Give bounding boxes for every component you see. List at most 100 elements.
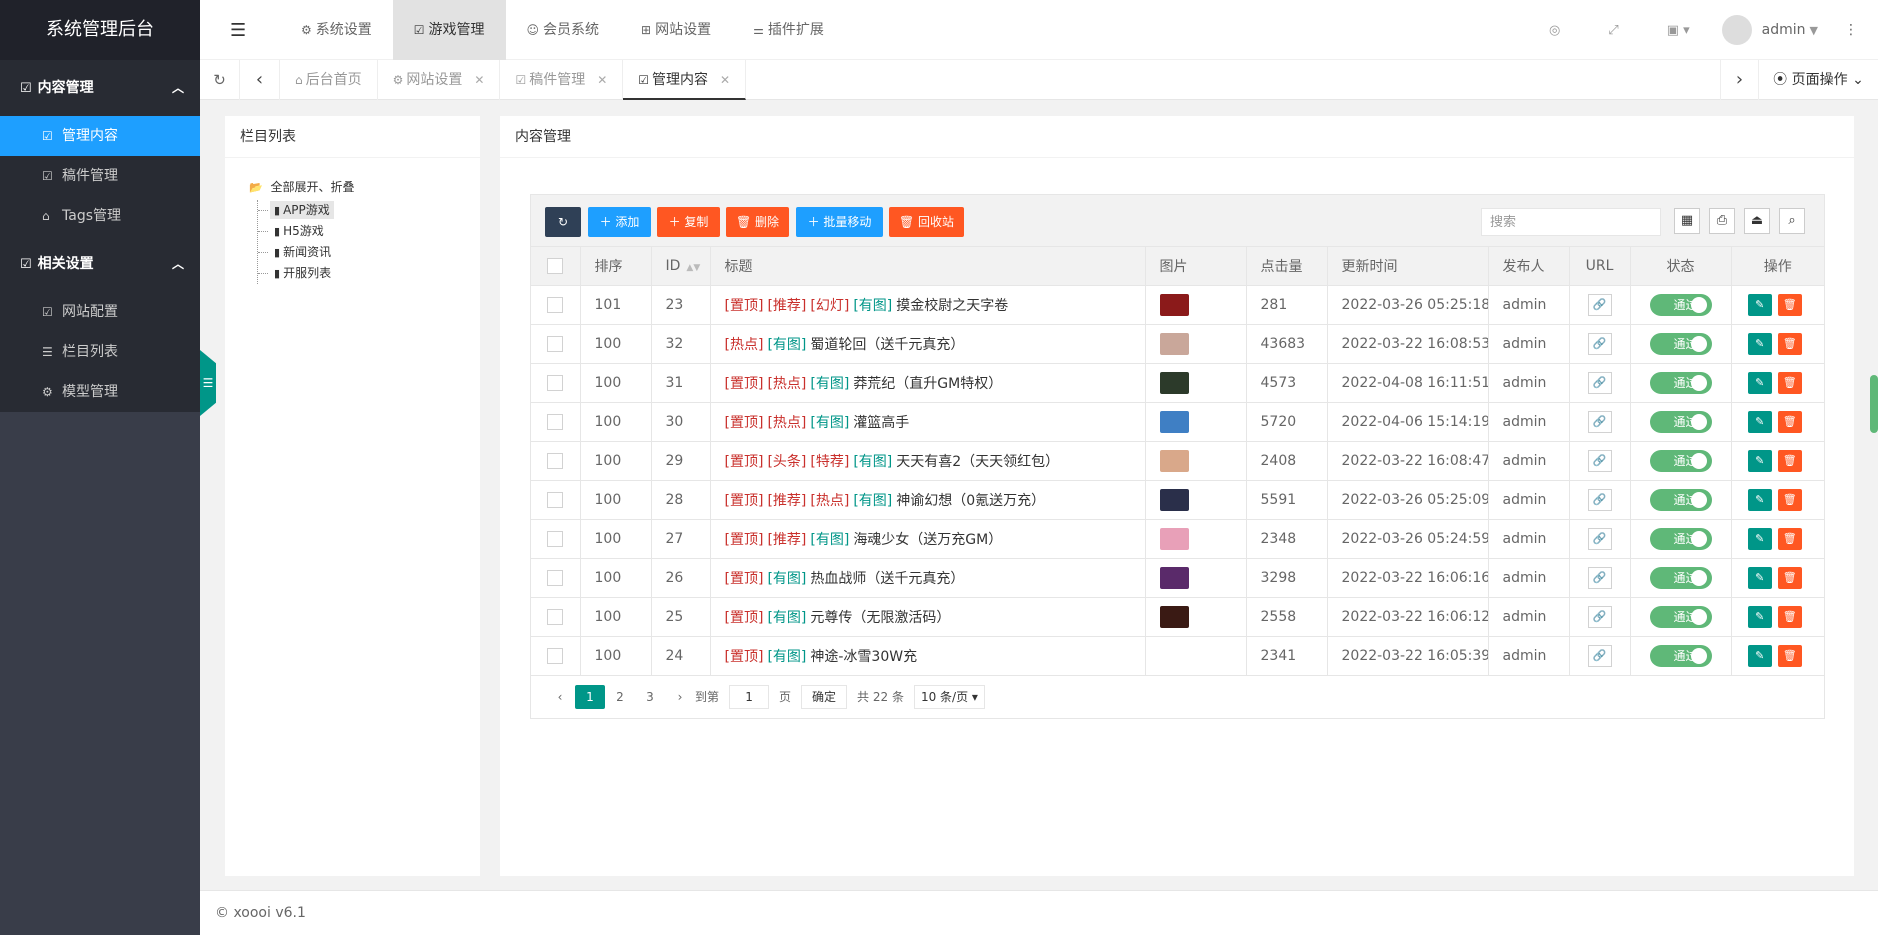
- close-icon[interactable]: ✕: [720, 73, 730, 87]
- edit-button[interactable]: ✎: [1747, 293, 1772, 316]
- status-toggle[interactable]: 通过: [1649, 449, 1712, 472]
- page-scrollbar[interactable]: [1870, 375, 1878, 433]
- game-thumbnail[interactable]: [1159, 293, 1189, 316]
- status-toggle[interactable]: 通过: [1649, 566, 1712, 589]
- edit-button[interactable]: ✎: [1747, 527, 1772, 550]
- title-text[interactable]: 灌篮高手: [853, 415, 909, 431]
- title-text[interactable]: 神谕幻想（0氪送万充）: [896, 493, 1045, 509]
- link-icon[interactable]: 🔗: [1587, 332, 1612, 355]
- tree-root[interactable]: 📂 全部展开、折叠: [249, 174, 480, 200]
- status-toggle[interactable]: 通过: [1649, 371, 1712, 394]
- edit-button[interactable]: ✎: [1747, 371, 1772, 394]
- title-text[interactable]: 神途-冰雪30W充: [810, 649, 917, 665]
- tree-node[interactable]: ▮ H5游戏: [258, 221, 480, 242]
- link-icon[interactable]: 🔗: [1587, 488, 1612, 511]
- game-thumbnail[interactable]: [1159, 410, 1189, 433]
- sort-icon[interactable]: ▲▼: [686, 263, 700, 273]
- trash-dropdown-icon[interactable]: ▣ ▾: [1667, 23, 1690, 38]
- pager-page[interactable]: 3: [635, 685, 665, 709]
- pager-goto-input[interactable]: 1: [729, 684, 770, 709]
- delete-row-button[interactable]: 🗑: [1777, 605, 1802, 628]
- edit-button[interactable]: ✎: [1747, 644, 1772, 667]
- page-tab[interactable]: ☑ 管理内容 ✕: [623, 60, 747, 100]
- title-text[interactable]: 莽荒纪（直升GM特权）: [853, 376, 1002, 392]
- link-icon[interactable]: 🔗: [1587, 449, 1612, 472]
- link-icon[interactable]: 🔗: [1587, 566, 1612, 589]
- edit-button[interactable]: ✎: [1747, 332, 1772, 355]
- link-icon[interactable]: 🔗: [1587, 410, 1612, 433]
- delete-row-button[interactable]: 🗑: [1777, 527, 1802, 550]
- add-button[interactable]: ＋ 添加: [588, 207, 651, 237]
- top-nav-item[interactable]: ☺ 会员系统: [506, 0, 621, 60]
- title-text[interactable]: 天天有喜2（天天领红包）: [896, 454, 1059, 470]
- title-text[interactable]: 热血战师（送千元真充）: [810, 571, 964, 587]
- link-icon[interactable]: 🔗: [1587, 644, 1612, 667]
- sidebar-item[interactable]: ☰ 栏目列表: [0, 332, 200, 372]
- row-checkbox[interactable]: [547, 608, 564, 625]
- delete-button[interactable]: 🗑 删除: [726, 207, 789, 237]
- game-thumbnail[interactable]: [1159, 449, 1189, 472]
- sidebar-item[interactable]: ☑ 管理内容: [0, 116, 200, 156]
- link-icon[interactable]: 🔗: [1587, 605, 1612, 628]
- page-tab[interactable]: ☑ 稿件管理 ✕: [500, 60, 624, 100]
- top-nav-item[interactable]: ⚌ 插件扩展: [732, 0, 845, 60]
- copy-button[interactable]: ＋ 复制: [657, 207, 720, 237]
- game-thumbnail[interactable]: [1159, 332, 1189, 355]
- game-thumbnail[interactable]: [1159, 488, 1189, 511]
- delete-row-button[interactable]: 🗑: [1777, 449, 1802, 472]
- link-icon[interactable]: 🔗: [1587, 293, 1612, 316]
- sidebar-item[interactable]: ⌂ Tags管理: [0, 196, 200, 236]
- status-toggle[interactable]: 通过: [1649, 644, 1712, 667]
- status-toggle[interactable]: 通过: [1649, 488, 1712, 511]
- edit-button[interactable]: ✎: [1747, 566, 1772, 589]
- delete-row-button[interactable]: 🗑: [1777, 488, 1802, 511]
- sidebar-item[interactable]: ⚙ 模型管理: [0, 372, 200, 412]
- row-checkbox[interactable]: [547, 569, 564, 586]
- refresh-icon[interactable]: ↻: [200, 60, 240, 100]
- avatar[interactable]: [1721, 15, 1752, 45]
- column-header[interactable]: ID ▲▼: [651, 247, 711, 286]
- title-text[interactable]: 蜀道轮回（送千元真充）: [810, 337, 964, 353]
- tree-node[interactable]: ▮ APP游戏: [258, 200, 480, 221]
- close-icon[interactable]: ✕: [474, 73, 484, 87]
- delete-row-button[interactable]: 🗑: [1777, 332, 1802, 355]
- link-icon[interactable]: 🔗: [1587, 371, 1612, 394]
- row-checkbox[interactable]: [547, 335, 564, 352]
- refresh-button[interactable]: ↻: [545, 207, 581, 237]
- pager-next-icon[interactable]: ›: [665, 685, 695, 709]
- tabs-prev-icon[interactable]: ‹: [240, 60, 280, 100]
- status-toggle[interactable]: 通过: [1649, 293, 1712, 316]
- columns-icon[interactable]: ▦: [1674, 208, 1700, 234]
- sidebar-group-title[interactable]: ☑ 相关设置 ︿: [0, 236, 200, 292]
- page-tab[interactable]: ⌂ 后台首页: [280, 60, 378, 100]
- game-thumbnail[interactable]: [1159, 605, 1189, 628]
- top-nav-item[interactable]: ☑ 游戏管理: [392, 0, 506, 60]
- search-input[interactable]: [1481, 208, 1661, 236]
- title-text[interactable]: 元尊传（无限激活码）: [810, 610, 950, 626]
- top-nav-item[interactable]: ⚙ 系统设置: [280, 0, 393, 60]
- recycle-bin-button[interactable]: 🗑 回收站: [889, 207, 964, 237]
- game-thumbnail[interactable]: [1159, 527, 1189, 550]
- edit-button[interactable]: ✎: [1747, 488, 1772, 511]
- sidebar-item[interactable]: ☑ 稿件管理: [0, 156, 200, 196]
- print-icon[interactable]: ⎙: [1709, 208, 1735, 234]
- delete-row-button[interactable]: 🗑: [1777, 410, 1802, 433]
- delete-row-button[interactable]: 🗑: [1777, 566, 1802, 589]
- delete-row-button[interactable]: 🗑: [1777, 371, 1802, 394]
- more-vertical-icon[interactable]: ⋮: [1844, 22, 1858, 38]
- tree-node[interactable]: ▮ 新闻资讯: [258, 242, 480, 263]
- title-text[interactable]: 摸金校尉之天字卷: [896, 298, 1008, 314]
- row-checkbox[interactable]: [547, 647, 564, 664]
- tabs-next-icon[interactable]: ›: [1720, 60, 1758, 100]
- delete-row-button[interactable]: 🗑: [1777, 644, 1802, 667]
- row-checkbox[interactable]: [547, 530, 564, 547]
- sidebar-group-title[interactable]: ☑ 内容管理 ︿: [0, 60, 200, 116]
- row-checkbox[interactable]: [547, 413, 564, 430]
- menu-collapse-icon[interactable]: ☰: [230, 20, 246, 41]
- close-icon[interactable]: ✕: [597, 73, 607, 87]
- pager-confirm-button[interactable]: 确定: [801, 684, 848, 709]
- tree-node[interactable]: ▮ 开服列表: [258, 263, 480, 284]
- chevron-down-icon[interactable]: ▼: [1810, 24, 1818, 37]
- title-text[interactable]: 海魂少女（送万充GM）: [853, 532, 1002, 548]
- status-toggle[interactable]: 通过: [1649, 410, 1712, 433]
